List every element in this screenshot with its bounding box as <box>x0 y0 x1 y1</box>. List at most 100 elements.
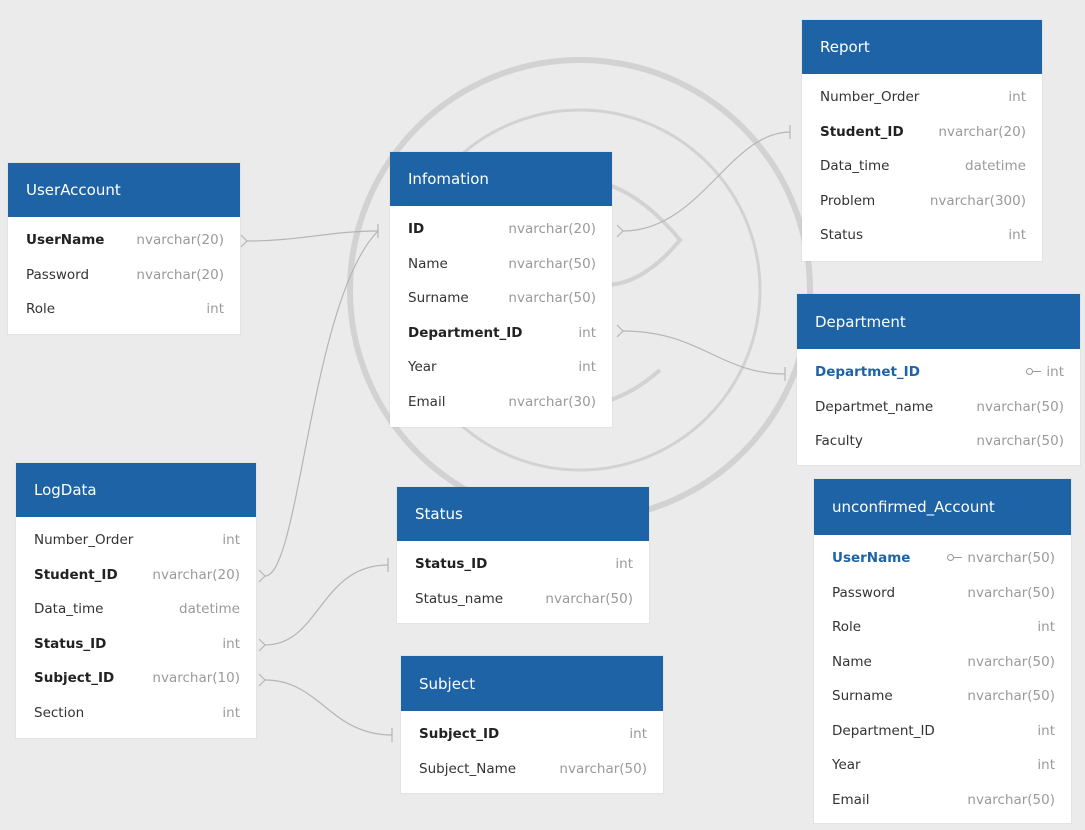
field-name: Departmet_name <box>815 398 934 415</box>
field-row[interactable]: Subject_ID nvarchar(10) <box>16 661 256 696</box>
field-row[interactable]: Departmet_ID int <box>797 355 1080 390</box>
table-header[interactable]: Status <box>397 487 649 541</box>
field-type: nvarchar(50) <box>559 761 647 777</box>
field-row[interactable]: Status_name nvarchar(50) <box>397 582 649 617</box>
field-name: Name <box>408 255 448 272</box>
field-row[interactable]: Subject_ID int <box>401 717 663 752</box>
field-type: nvarchar(50) <box>967 654 1055 670</box>
field-type-label: nvarchar(50) <box>967 584 1055 601</box>
field-name: Subject_Name <box>419 760 517 777</box>
field-name: Department_ID <box>408 324 523 341</box>
field-name: UserName <box>832 550 911 567</box>
field-row[interactable]: Year int <box>814 748 1071 783</box>
field-row[interactable]: Departmet_name nvarchar(50) <box>797 390 1080 425</box>
field-type-label: int <box>1037 619 1055 636</box>
field-type: nvarchar(20) <box>152 567 240 583</box>
field-type: int <box>578 325 596 341</box>
table-header[interactable]: Report <box>802 20 1042 74</box>
table-logdata[interactable]: LogData Number_Order int Student_ID nvarcha… <box>16 463 256 738</box>
field-type: nvarchar(50) <box>967 688 1055 704</box>
field-list: UserName nvarchar(50) Password nvarchar(50)… <box>814 535 1071 817</box>
field-name: Number_Order <box>34 532 134 549</box>
field-row[interactable]: Password nvarchar(20) <box>8 258 240 293</box>
field-type: nvarchar(10) <box>152 670 240 686</box>
cardinality-many-marker <box>616 224 624 238</box>
field-row[interactable]: Number_Order int <box>16 523 256 558</box>
field-name: Password <box>26 266 90 283</box>
relationship-line[interactable] <box>264 230 379 577</box>
relationship-line[interactable] <box>264 564 389 646</box>
field-name: Problem <box>820 192 876 209</box>
table-header[interactable]: Subject <box>401 656 663 711</box>
table-header[interactable]: Department <box>797 294 1080 349</box>
field-name: Subject_ID <box>419 726 500 743</box>
field-name: Status_ID <box>34 635 107 652</box>
field-type-label: nvarchar(50) <box>976 398 1064 415</box>
field-name: Departmet_ID <box>815 364 920 381</box>
field-type: nvarchar(50) <box>976 433 1064 449</box>
field-row[interactable]: Surname nvarchar(50) <box>390 281 612 316</box>
field-row[interactable]: Role int <box>8 292 240 327</box>
field-type: datetime <box>965 158 1026 174</box>
table-header[interactable]: LogData <box>16 463 256 517</box>
field-row[interactable]: Student_ID nvarchar(20) <box>16 558 256 593</box>
field-name: Email <box>408 393 446 410</box>
field-row[interactable]: UserName nvarchar(50) <box>814 541 1071 576</box>
field-row[interactable]: Data_time datetime <box>802 149 1042 184</box>
field-row[interactable]: Student_ID nvarchar(20) <box>802 115 1042 150</box>
field-name: Year <box>832 757 861 774</box>
relationship-line[interactable] <box>622 131 791 232</box>
field-list: UserName nvarchar(20) Password nvarchar(20)… <box>8 217 240 327</box>
field-row[interactable]: Department_ID int <box>814 714 1071 749</box>
table-status[interactable]: Status Status_ID int Status_name nvarchar(5… <box>397 487 649 623</box>
field-row[interactable]: Department_ID int <box>390 316 612 351</box>
table-department[interactable]: Department Departmet_ID int Departmet_name… <box>797 294 1080 465</box>
cardinality-many-marker <box>258 673 266 687</box>
field-row[interactable]: Section int <box>16 696 256 731</box>
table-infomation[interactable]: Infomation ID nvarchar(20) Name nvarchar(50… <box>390 152 612 427</box>
field-type: nvarchar(50) <box>947 550 1055 566</box>
field-row[interactable]: Name nvarchar(50) <box>390 247 612 282</box>
relationship-line[interactable] <box>622 330 786 375</box>
table-subject[interactable]: Subject Subject_ID int Subject_Name nvarcha… <box>401 656 663 793</box>
field-row[interactable]: Data_time datetime <box>16 592 256 627</box>
field-name: Role <box>26 301 56 318</box>
field-row[interactable]: Status_ID int <box>16 627 256 662</box>
field-row[interactable]: Surname nvarchar(50) <box>814 679 1071 714</box>
table-header[interactable]: Infomation <box>390 152 612 206</box>
field-row[interactable]: Role int <box>814 610 1071 645</box>
field-type-label: int <box>1037 722 1055 739</box>
table-header[interactable]: UserAccount <box>8 163 240 217</box>
relationship-line[interactable] <box>264 679 393 736</box>
field-row[interactable]: Status_ID int <box>397 547 649 582</box>
field-type-label: nvarchar(20) <box>136 232 224 249</box>
field-type-label: int <box>206 301 224 318</box>
field-row[interactable]: Year int <box>390 350 612 385</box>
table-unconfirmed-account[interactable]: unconfirmed_Account UserName nvarchar(50)… <box>814 479 1071 823</box>
field-row[interactable]: Name nvarchar(50) <box>814 645 1071 680</box>
field-type: nvarchar(50) <box>508 290 596 306</box>
relationship-line[interactable] <box>246 230 379 242</box>
field-type-label: datetime <box>179 601 240 618</box>
table-useraccount[interactable]: UserAccount UserName nvarchar(20) Password… <box>8 163 240 334</box>
field-name: Department_ID <box>832 722 935 739</box>
field-row[interactable]: UserName nvarchar(20) <box>8 223 240 258</box>
field-row[interactable]: Password nvarchar(50) <box>814 576 1071 611</box>
field-type-label: int <box>222 635 240 652</box>
field-row[interactable]: Subject_Name nvarchar(50) <box>401 752 663 787</box>
field-row[interactable]: Faculty nvarchar(50) <box>797 424 1080 459</box>
field-row[interactable]: Problem nvarchar(300) <box>802 184 1042 219</box>
cardinality-many-marker <box>258 569 266 583</box>
field-row[interactable]: Number_Order int <box>802 80 1042 115</box>
field-type: nvarchar(20) <box>136 267 224 283</box>
field-row[interactable]: Email nvarchar(50) <box>814 783 1071 818</box>
field-type-label: nvarchar(10) <box>152 670 240 687</box>
field-type-label: int <box>578 359 596 376</box>
table-header[interactable]: unconfirmed_Account <box>814 479 1071 535</box>
field-row[interactable]: Status int <box>802 218 1042 253</box>
field-row[interactable]: Email nvarchar(30) <box>390 385 612 420</box>
field-name: Student_ID <box>34 566 118 583</box>
field-row[interactable]: ID nvarchar(20) <box>390 212 612 247</box>
table-report[interactable]: Report Number_Order int Student_ID nvarchar… <box>802 20 1042 261</box>
field-name: Subject_ID <box>34 670 115 687</box>
